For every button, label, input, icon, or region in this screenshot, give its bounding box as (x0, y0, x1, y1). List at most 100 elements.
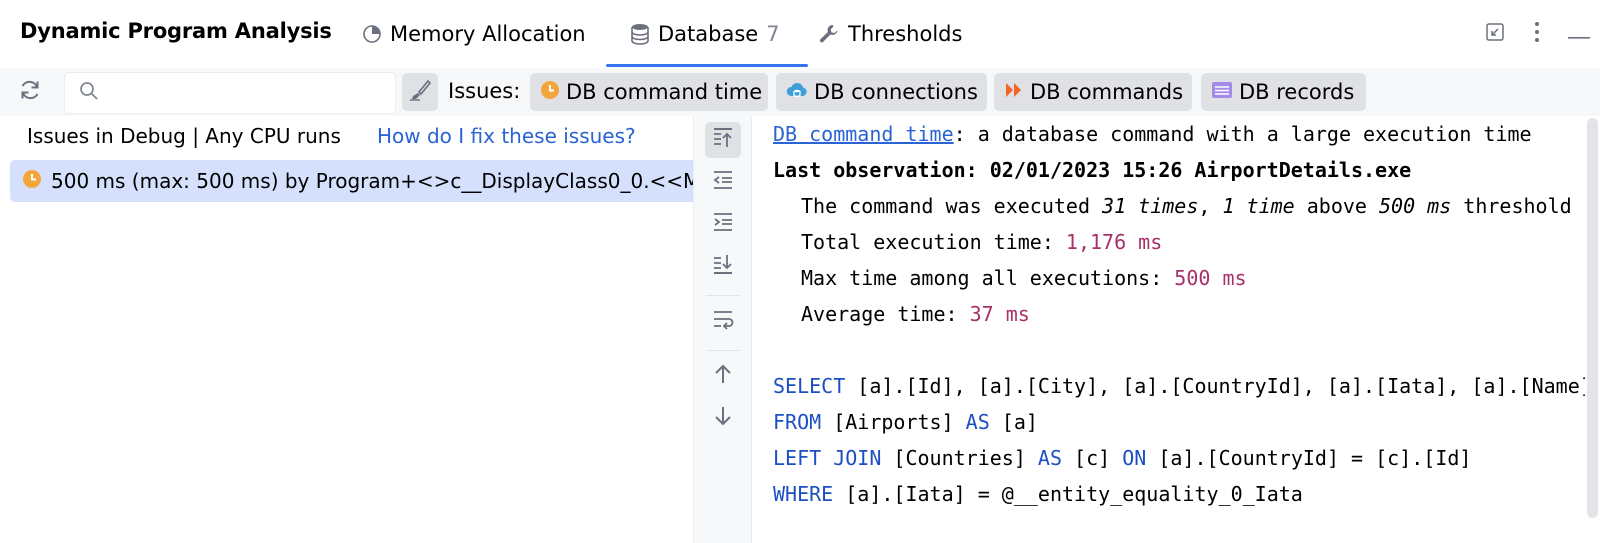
app-title: Dynamic Program Analysis (20, 19, 332, 43)
issues-pane: Issues in Debug | Any CPU runs How do I … (0, 116, 693, 543)
metric-label: Total execution time: (801, 230, 1066, 254)
window-controls (1474, 20, 1600, 48)
align-bottom-icon (711, 252, 735, 280)
sql-text: [c] (1062, 446, 1123, 470)
exec-above-text: above (1294, 194, 1379, 218)
average-execution-time: Average time: 37 ms (801, 302, 1030, 326)
filter-db-connections[interactable]: DB connections (776, 73, 987, 111)
brush-icon (408, 78, 432, 106)
sql-keyword: SELECT (773, 374, 846, 398)
tab-memory-allocation[interactable]: Memory Allocation (362, 0, 586, 68)
sql-keyword: FROM (773, 410, 822, 434)
metric-label: Max time among all executions: (801, 266, 1175, 290)
help-link[interactable]: How do I fix these issues? (377, 124, 636, 148)
refresh-icon (18, 78, 42, 106)
indent-icon (711, 210, 735, 238)
sql-line: FROM [Airports] AS [a] (773, 410, 1038, 434)
kebab-menu-icon (1534, 21, 1540, 47)
search-input[interactable] (109, 75, 395, 111)
issue-type-link[interactable]: DB command time (773, 122, 954, 146)
restore-icon (1485, 22, 1505, 46)
sql-text: [Airports] (821, 410, 966, 434)
max-execution-time: Max time among all executions: 500 ms (801, 266, 1247, 290)
tab-database[interactable]: Database 7 (606, 0, 808, 68)
sql-text: [a].[CountryId] = [c].[Id] (1146, 446, 1472, 470)
sql-keyword: ON (1122, 446, 1147, 470)
more-options-button[interactable] (1516, 20, 1558, 48)
exec-count: 31 times (1102, 194, 1199, 218)
sql-keyword: WHERE (773, 482, 834, 506)
expand-button[interactable] (705, 206, 741, 242)
minimize-button[interactable] (1558, 20, 1600, 48)
search-icon (79, 81, 99, 105)
sql-text: [a].[Id], [a].[City], [a].[CountryId], [… (845, 374, 1585, 398)
toolbar: Issues: DB command time DB connections D… (0, 68, 1600, 116)
issues-label: Issues: (448, 79, 521, 103)
details-toolbar (693, 116, 752, 543)
list-item[interactable]: 500 ms (max: 500 ms) by Program+<>c__Dis… (10, 160, 693, 202)
tab-bar: Dynamic Program Analysis Memory Allocati… (0, 0, 1600, 68)
filter-db-commands[interactable]: DB commands (994, 73, 1192, 111)
metric-value: 500 ms (1174, 266, 1247, 290)
sql-line: SELECT [a].[Id], [a].[City], [a].[Countr… (773, 374, 1585, 398)
filter-label: DB command time (566, 80, 763, 104)
last-observation: Last observation: 02/01/2023 15:26 Airpo… (773, 158, 1412, 182)
double-chevron-icon (1004, 80, 1024, 105)
collapse-button[interactable] (705, 164, 741, 200)
metric-value: 1,176 ms (1065, 230, 1163, 254)
pie-chart-icon (362, 24, 382, 44)
sql-keyword: AS (965, 410, 990, 434)
search-box (64, 72, 396, 114)
metric-value: 37 ms (969, 302, 1030, 326)
issue-description: : a database command with a large execut… (953, 122, 1532, 146)
issue-text: 500 ms (max: 500 ms) by Program+<>c__Dis… (51, 169, 693, 193)
restore-button[interactable] (1474, 20, 1516, 48)
toolbar-separator (706, 295, 740, 296)
database-icon (630, 23, 650, 45)
wrap-icon (711, 307, 735, 335)
details-title: DB command time: a database command with… (773, 122, 1532, 146)
clock-icon (540, 80, 560, 105)
arrow-up-icon (712, 363, 734, 389)
filter-label: DB commands (1030, 80, 1184, 104)
issue-details: DB command time: a database command with… (752, 116, 1585, 543)
arrow-down-icon (712, 405, 734, 431)
tab-label: Memory Allocation (390, 22, 586, 46)
wrench-icon (818, 23, 840, 45)
scroll-to-top-button[interactable] (705, 122, 741, 158)
previous-issue-button[interactable] (705, 358, 741, 394)
tab-label: Thresholds (848, 22, 963, 46)
next-issue-button[interactable] (705, 400, 741, 436)
tab-thresholds[interactable]: Thresholds (818, 0, 962, 68)
scroll-to-end-button[interactable] (705, 248, 741, 284)
sql-line: WHERE [a].[Iata] = @__entity_equality_0_… (773, 482, 1303, 506)
scrollbar-thumb[interactable] (1587, 118, 1598, 518)
filter-label: DB connections (814, 80, 978, 104)
filter-label: DB records (1239, 80, 1355, 104)
total-execution-time: Total execution time: 1,176 ms (801, 230, 1162, 254)
filter-db-records[interactable]: DB records (1201, 73, 1366, 111)
sql-text: [a] (989, 410, 1038, 434)
filter-db-command-time[interactable]: DB command time (530, 73, 768, 111)
minimize-icon (1568, 25, 1590, 44)
exec-suffix: threshold (1451, 194, 1572, 218)
metric-label: Average time: (801, 302, 970, 326)
toolbar-separator (706, 350, 740, 351)
clock-icon (22, 169, 42, 193)
sql-keyword: LEFT JOIN (773, 446, 882, 470)
issues-header: Issues in Debug | Any CPU runs (27, 124, 341, 148)
exec-prefix: The command was executed (801, 194, 1103, 218)
records-icon (1211, 80, 1233, 105)
sql-line: LEFT JOIN [Countries] AS [c] ON [a].[Cou… (773, 446, 1471, 470)
tab-count-badge: 7 (766, 22, 780, 46)
refresh-button[interactable] (14, 76, 46, 108)
sql-text: [a].[Iata] = @__entity_equality_0_Iata (833, 482, 1303, 506)
tab-label: Database (658, 22, 759, 46)
soft-wrap-button[interactable] (705, 303, 741, 339)
details-scrollbar[interactable] (1585, 116, 1600, 543)
highlight-toggle-button[interactable] (402, 73, 438, 111)
sql-text: [Countries] (881, 446, 1038, 470)
exec-threshold: 500 ms (1379, 194, 1452, 218)
exec-above-count: 1 time (1222, 194, 1295, 218)
exec-separator: , (1198, 194, 1223, 218)
